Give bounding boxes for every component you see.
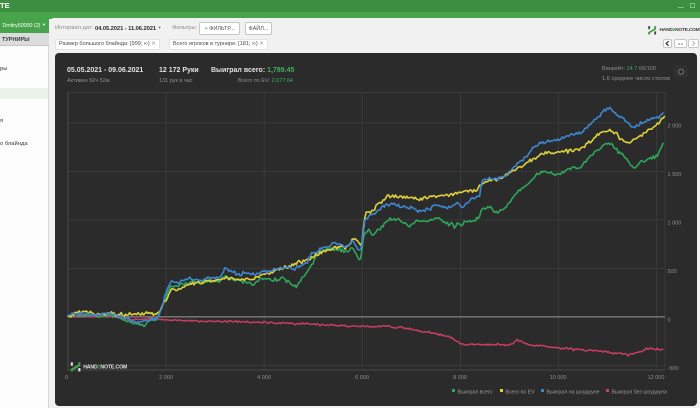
svg-text:HAND2NOTE.COM: HAND2NOTE.COM	[83, 364, 127, 370]
svg-text:0: 0	[65, 375, 68, 381]
svg-text:500: 500	[668, 269, 677, 275]
svg-text:4 000: 4 000	[257, 375, 271, 381]
svg-text:Выиграл на шоудауне: Выиграл на шоудауне	[547, 389, 600, 395]
svg-text:1 000: 1 000	[668, 221, 682, 227]
svg-text:Выиграл всего: Выиграл всего	[458, 389, 493, 395]
svg-text:1 500: 1 500	[668, 172, 682, 178]
svg-text:8 000: 8 000	[453, 375, 467, 381]
svg-text:12 000: 12 000	[648, 375, 665, 381]
svg-text:2 000: 2 000	[159, 375, 173, 381]
svg-text:-500: -500	[668, 366, 679, 372]
svg-text:6 000: 6 000	[355, 375, 369, 381]
svg-text:2 000: 2 000	[668, 124, 682, 130]
svg-text:10 000: 10 000	[550, 375, 567, 381]
svg-text:Всего по EV: Всего по EV	[506, 389, 536, 395]
svg-text:Выиграл без шоудауна: Выиграл без шоудауна	[612, 389, 667, 395]
svg-text:0: 0	[668, 318, 671, 324]
